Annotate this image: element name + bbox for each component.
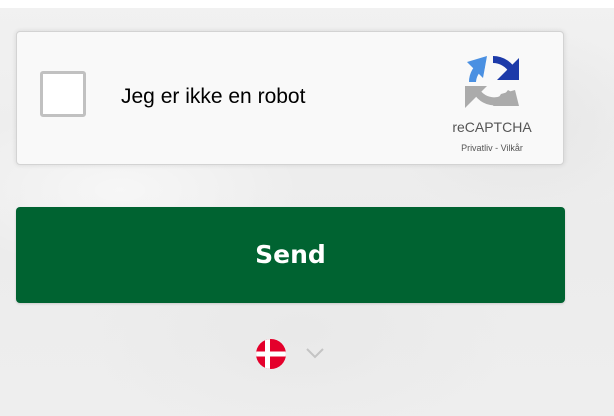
privacy-link[interactable]: Privatliv <box>461 143 493 153</box>
recaptcha-widget: Jeg er ikke en robot reCAPTCHA Privatliv… <box>16 31 564 165</box>
language-selector[interactable] <box>253 338 333 370</box>
page-top-strip <box>0 0 614 8</box>
recaptcha-brand-text: reCAPTCHA <box>452 119 532 135</box>
recaptcha-checkbox-label: Jeg er ikke en robot <box>121 85 306 108</box>
chevron-down-icon <box>306 348 324 359</box>
recaptcha-legal-links: Privatliv - Vilkår <box>427 142 557 154</box>
recaptcha-logo-icon <box>465 56 519 108</box>
send-button[interactable]: Send <box>16 207 565 303</box>
terms-link[interactable]: Vilkår <box>501 143 523 153</box>
legal-separator: - <box>492 143 501 153</box>
denmark-flag-icon <box>256 339 286 369</box>
recaptcha-checkbox[interactable] <box>40 71 86 117</box>
